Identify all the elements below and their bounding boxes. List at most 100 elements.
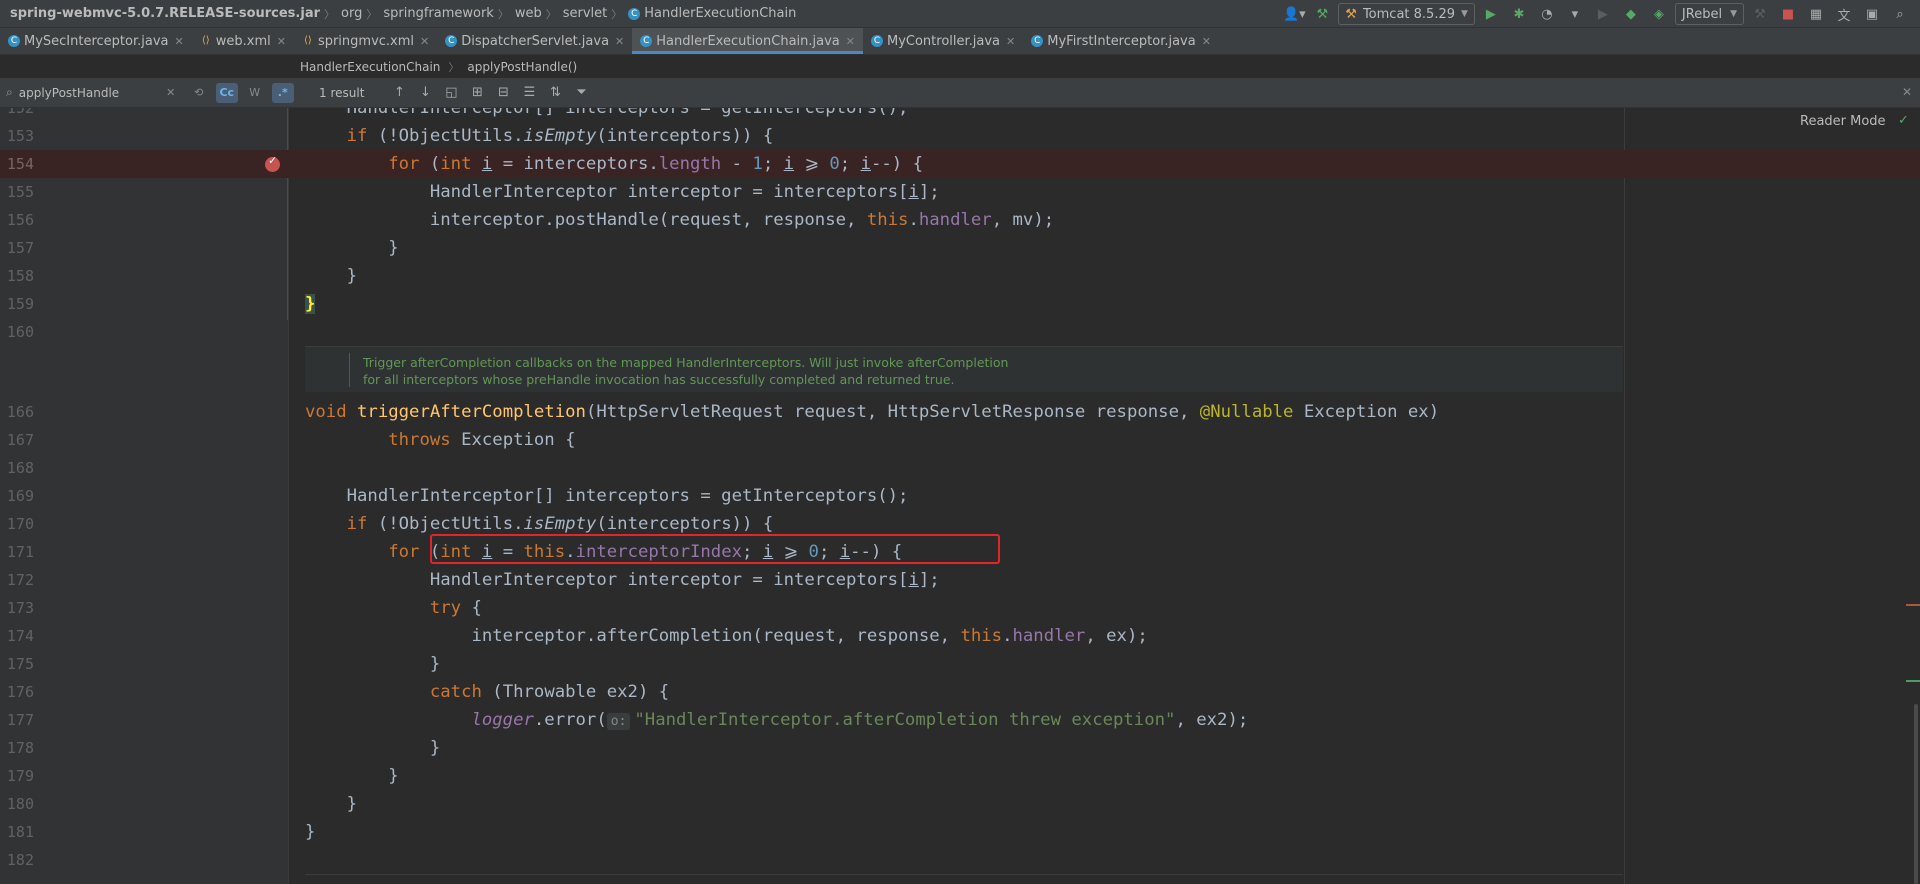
jrebel-select[interactable]: JRebel ▼ bbox=[1674, 3, 1744, 25]
code-text: throws Exception { bbox=[388, 430, 576, 450]
breadcrumb-springframework[interactable]: springframework bbox=[383, 6, 493, 21]
find-field: ⌕ ✕ ⟲ Cc W .* bbox=[0, 78, 295, 108]
code-text: } bbox=[305, 738, 441, 758]
filter-icon[interactable]: ⏷ bbox=[568, 81, 594, 105]
code-line: 153 if (!ObjectUtils.isEmpty(interceptor… bbox=[0, 122, 1920, 150]
run-disabled-icon[interactable]: ▶ bbox=[1591, 3, 1615, 25]
code-text: } bbox=[305, 822, 316, 842]
search-icon[interactable]: ⌕ bbox=[6, 85, 13, 100]
run-configuration-select[interactable]: ⚒ Tomcat 8.5.29 ▼ bbox=[1338, 3, 1475, 25]
translate-icon[interactable]: 文 bbox=[1832, 3, 1856, 25]
build-hammer-icon[interactable]: ⚒ bbox=[1310, 3, 1334, 25]
code-line: 179 } bbox=[0, 762, 1920, 790]
structure-breadcrumb: HandlerExecutionChain 〉 applyPostHandle(… bbox=[300, 55, 577, 78]
code-text: interceptor.afterCompletion(request, res… bbox=[305, 626, 1148, 646]
code-text: HandlerInterceptor interceptor = interce… bbox=[305, 182, 940, 202]
chevron-right-icon: 〉 bbox=[366, 7, 378, 21]
run-icon[interactable]: ▶ bbox=[1479, 3, 1503, 25]
class-icon: C bbox=[870, 35, 883, 47]
tab-handlerexecutionchain[interactable]: C HandlerExecutionChain.java ✕ bbox=[632, 28, 863, 54]
match-case-toggle[interactable]: Cc bbox=[215, 82, 238, 103]
line-number: 157 bbox=[6, 239, 34, 257]
project-structure-icon[interactable]: ▦ bbox=[1804, 3, 1828, 25]
breadcrumb: spring-webmvc-5.0.7.RELEASE-sources.jar … bbox=[0, 6, 796, 22]
tab-springmvc-xml[interactable]: ⟨⟩ springmvc.xml ✕ bbox=[294, 28, 437, 54]
line-number: 174 bbox=[6, 627, 34, 645]
close-icon[interactable]: ✕ bbox=[277, 35, 286, 48]
code-line: 169 HandlerInterceptor[] interceptors = … bbox=[0, 482, 1920, 510]
add-occurrence-icon[interactable]: ⊞ bbox=[464, 81, 490, 105]
close-icon[interactable]: ✕ bbox=[420, 35, 429, 48]
stop-icon[interactable]: ■ bbox=[1776, 3, 1800, 25]
history-icon[interactable]: ⟲ bbox=[188, 83, 210, 103]
line-number: 166 bbox=[6, 403, 34, 421]
tomcat-icon: ⚒ bbox=[1345, 6, 1357, 22]
jrebel-run-icon[interactable]: ◆ bbox=[1619, 3, 1643, 25]
tab-myfirstinterceptor[interactable]: C MyFirstInterceptor.java ✕ bbox=[1023, 28, 1219, 54]
class-icon: C bbox=[445, 35, 458, 47]
chevron-down-icon: ▼ bbox=[1730, 9, 1737, 19]
stripe-mark[interactable] bbox=[1906, 680, 1920, 682]
line-number: 177 bbox=[6, 711, 34, 729]
arrow-up-icon[interactable]: ↑ bbox=[386, 81, 412, 105]
chevron-right-icon: 〉 bbox=[497, 7, 509, 21]
tab-mysecinterceptor[interactable]: C MySecInterceptor.java ✕ bbox=[0, 28, 192, 54]
remove-occurrence-icon[interactable]: ⊟ bbox=[490, 81, 516, 105]
window-icon[interactable]: ▣ bbox=[1860, 3, 1884, 25]
line-number: 155 bbox=[6, 183, 34, 201]
jrebel-debug-icon[interactable]: ◈ bbox=[1647, 3, 1671, 25]
code-line: 177 logger.error(o: "HandlerInterceptor.a… bbox=[0, 706, 1920, 734]
find-results-count: 1 result bbox=[319, 85, 365, 100]
rendered-doc-comment[interactable]: Trigger afterCompletion callbacks on the… bbox=[305, 346, 1623, 392]
search-everywhere-icon[interactable]: ⌕ bbox=[1888, 3, 1912, 25]
close-icon[interactable]: ✕ bbox=[1902, 85, 1912, 99]
user-icon[interactable]: 👤▾ bbox=[1282, 3, 1306, 25]
close-icon[interactable]: ✕ bbox=[846, 35, 855, 48]
code-text: catch (Throwable ex2) { bbox=[429, 682, 670, 702]
code-text: } bbox=[305, 266, 358, 286]
breadcrumb-jar[interactable]: spring-webmvc-5.0.7.RELEASE-sources.jar bbox=[10, 6, 320, 21]
open-in-window-icon[interactable]: ◱ bbox=[438, 81, 464, 105]
clear-icon[interactable]: ✕ bbox=[160, 83, 182, 103]
breadcrumb-servlet[interactable]: servlet bbox=[563, 6, 608, 21]
breadcrumb-org[interactable]: org bbox=[341, 6, 362, 21]
line-number: 156 bbox=[6, 211, 34, 229]
code-line: 156 interceptor.postHandle(request, resp… bbox=[0, 206, 1920, 234]
vertical-scrollbar[interactable] bbox=[1914, 704, 1918, 884]
code-text: void triggerAfterCompletion(HttpServletR… bbox=[305, 402, 1440, 422]
xml-icon: ⟨⟩ bbox=[201, 35, 210, 46]
code-text: if (!ObjectUtils.isEmpty(interceptors)) … bbox=[346, 126, 774, 146]
close-icon[interactable]: ✕ bbox=[615, 35, 624, 48]
sort-icon[interactable]: ⇅ bbox=[542, 81, 568, 105]
debug-icon[interactable]: ✱ bbox=[1507, 3, 1531, 25]
breadcrumb-web[interactable]: web bbox=[515, 6, 542, 21]
more-run-icon[interactable]: ▾ bbox=[1563, 3, 1587, 25]
doc-comment-line-2: for all interceptors whose preHandle inv… bbox=[363, 372, 955, 387]
arrow-down-icon[interactable]: ↓ bbox=[412, 81, 438, 105]
tab-mycontroller[interactable]: C MyController.java ✕ bbox=[863, 28, 1023, 54]
close-icon[interactable]: ✕ bbox=[1006, 35, 1015, 48]
close-icon[interactable]: ✕ bbox=[175, 35, 184, 48]
stripe-mark[interactable] bbox=[1906, 604, 1920, 606]
hammer-disabled-icon[interactable]: ⚒ bbox=[1748, 3, 1772, 25]
search-input[interactable] bbox=[18, 85, 154, 100]
whole-words-toggle[interactable]: W bbox=[244, 83, 266, 103]
tab-web-xml[interactable]: ⟨⟩ web.xml ✕ bbox=[192, 28, 294, 54]
profile-icon[interactable]: ◔ bbox=[1535, 3, 1559, 25]
regex-toggle[interactable]: .* bbox=[271, 82, 294, 103]
line-number: 182 bbox=[6, 851, 34, 869]
code-text: } bbox=[305, 654, 441, 674]
tab-dispatcherservlet[interactable]: C DispatcherServlet.java ✕ bbox=[437, 28, 632, 54]
breadcrumb-class[interactable]: HandlerExecutionChain bbox=[644, 6, 796, 21]
code-editor[interactable]: Reader Mode ✓ 152 HandlerInterceptor[] i… bbox=[0, 108, 1920, 884]
line-number: 170 bbox=[6, 515, 34, 533]
line-number: 172 bbox=[6, 571, 34, 589]
structure-method[interactable]: applyPostHandle() bbox=[467, 60, 577, 74]
log-message-string: "HandlerInterceptor.afterCompletion thre… bbox=[634, 710, 1176, 730]
breakpoint-icon[interactable] bbox=[265, 154, 280, 172]
structure-class[interactable]: HandlerExecutionChain bbox=[300, 60, 440, 74]
xml-icon: ⟨⟩ bbox=[304, 35, 312, 46]
line-number: 169 bbox=[6, 487, 34, 505]
select-all-occurrences-icon[interactable]: ☰ bbox=[516, 81, 542, 105]
close-icon[interactable]: ✕ bbox=[1202, 35, 1211, 48]
